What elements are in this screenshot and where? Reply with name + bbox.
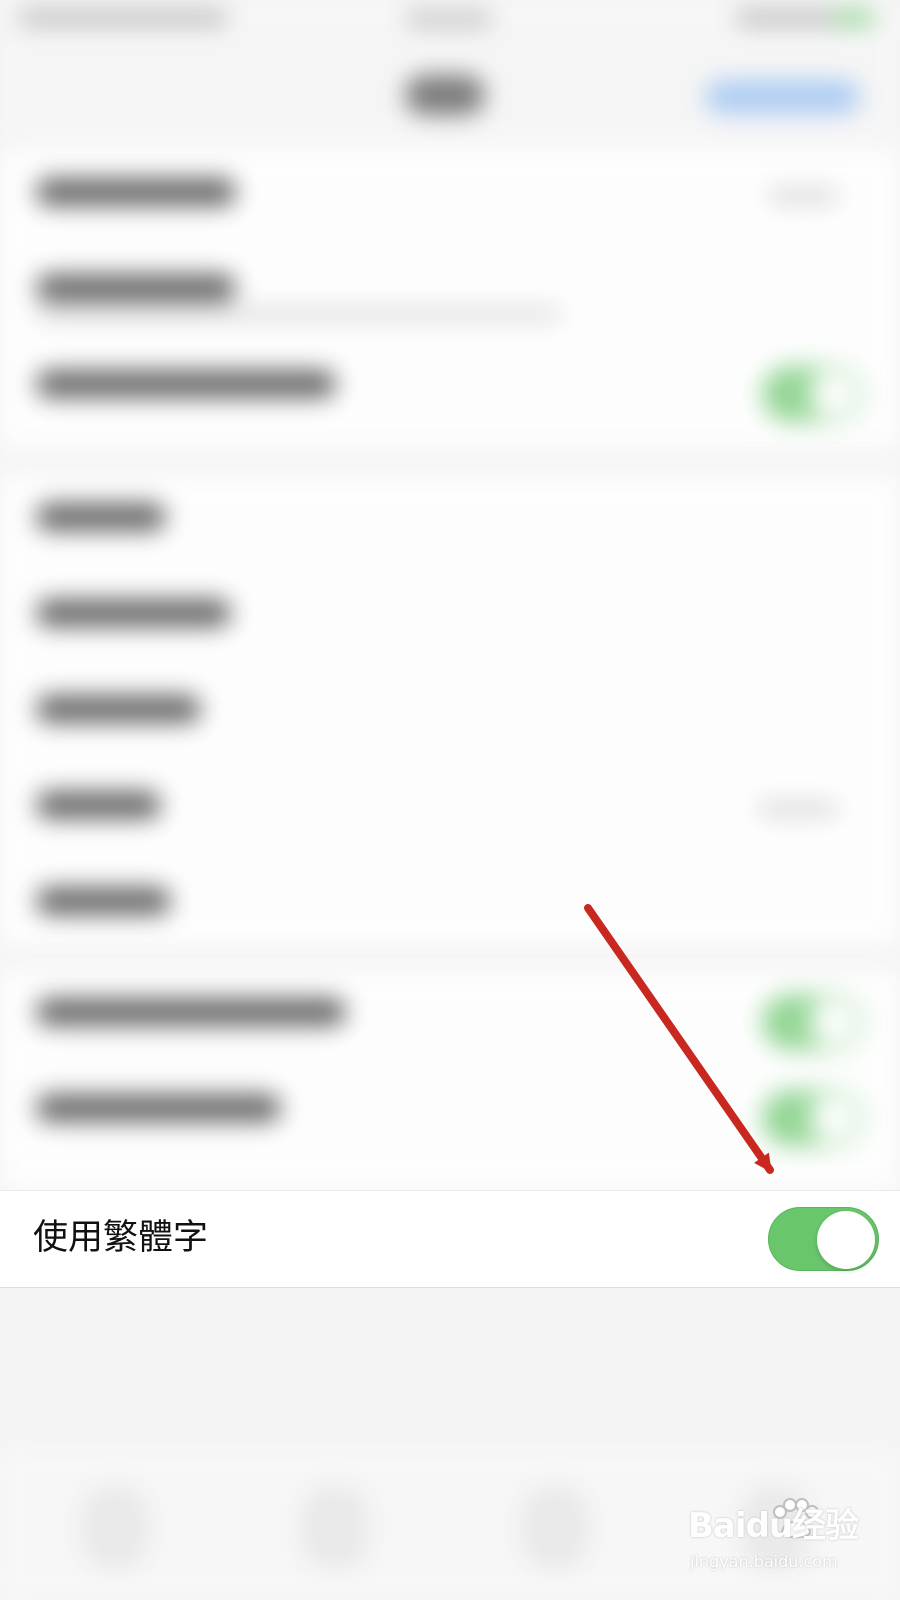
toggle-knob[interactable] [817, 1211, 875, 1269]
status-bar [0, 0, 900, 40]
watermark-logo-text: Baidu经验 [688, 1506, 859, 1546]
mobile-settings-screen: 使用繁體字 Baidu经验 jingyan.baidu.com [0, 0, 900, 1600]
settings-row-label-blur [36, 599, 231, 627]
settings-row-blur[interactable] [0, 571, 900, 668]
settings-row-description-blur [36, 308, 561, 320]
tab-icon-blur[interactable] [300, 1485, 370, 1570]
settings-group-middle [0, 475, 900, 956]
settings-row-label-blur [36, 695, 201, 723]
status-time-blur [405, 10, 493, 28]
blurred-background-settings [0, 0, 900, 1600]
settings-row-blur[interactable] [0, 667, 900, 764]
settings-row-blur[interactable] [0, 246, 900, 343]
settings-row-blur[interactable] [0, 763, 900, 860]
status-carrier-blur [18, 10, 228, 26]
settings-row-label-blur [36, 998, 346, 1026]
navigation-bar [0, 40, 900, 145]
watermark-url: jingyan.baidu.com [690, 1552, 838, 1571]
settings-row-label-blur [36, 178, 236, 206]
settings-row-label-blur [36, 887, 171, 915]
status-battery-blur [735, 10, 875, 26]
settings-row-blur[interactable] [0, 475, 900, 572]
settings-row-label-blur [36, 370, 336, 398]
navigation-title-blur [405, 75, 485, 115]
settings-group-top [0, 150, 900, 450]
settings-row-label-blur [36, 503, 166, 531]
settings-row-label-blur [36, 1094, 281, 1122]
arrow-icon [584, 904, 774, 1174]
settings-row-label-blur [36, 791, 161, 819]
toggle-switch-blur[interactable] [762, 366, 862, 422]
tab-icon-blur[interactable] [80, 1485, 150, 1570]
settings-row-blur[interactable] [0, 342, 900, 439]
navigation-action-blur[interactable] [705, 80, 860, 114]
settings-row-value-blur [768, 188, 838, 204]
traditional-chinese-label: 使用繁體字 [33, 1218, 209, 1258]
settings-row-label-blur [36, 274, 236, 302]
traditional-chinese-toggle[interactable] [768, 1207, 879, 1271]
tab-icon-blur[interactable] [520, 1485, 590, 1570]
settings-row-blur[interactable] [0, 150, 900, 247]
baidu-experience-watermark: Baidu经验 jingyan.baidu.com [688, 1498, 878, 1588]
settings-row-value-blur [758, 801, 838, 817]
